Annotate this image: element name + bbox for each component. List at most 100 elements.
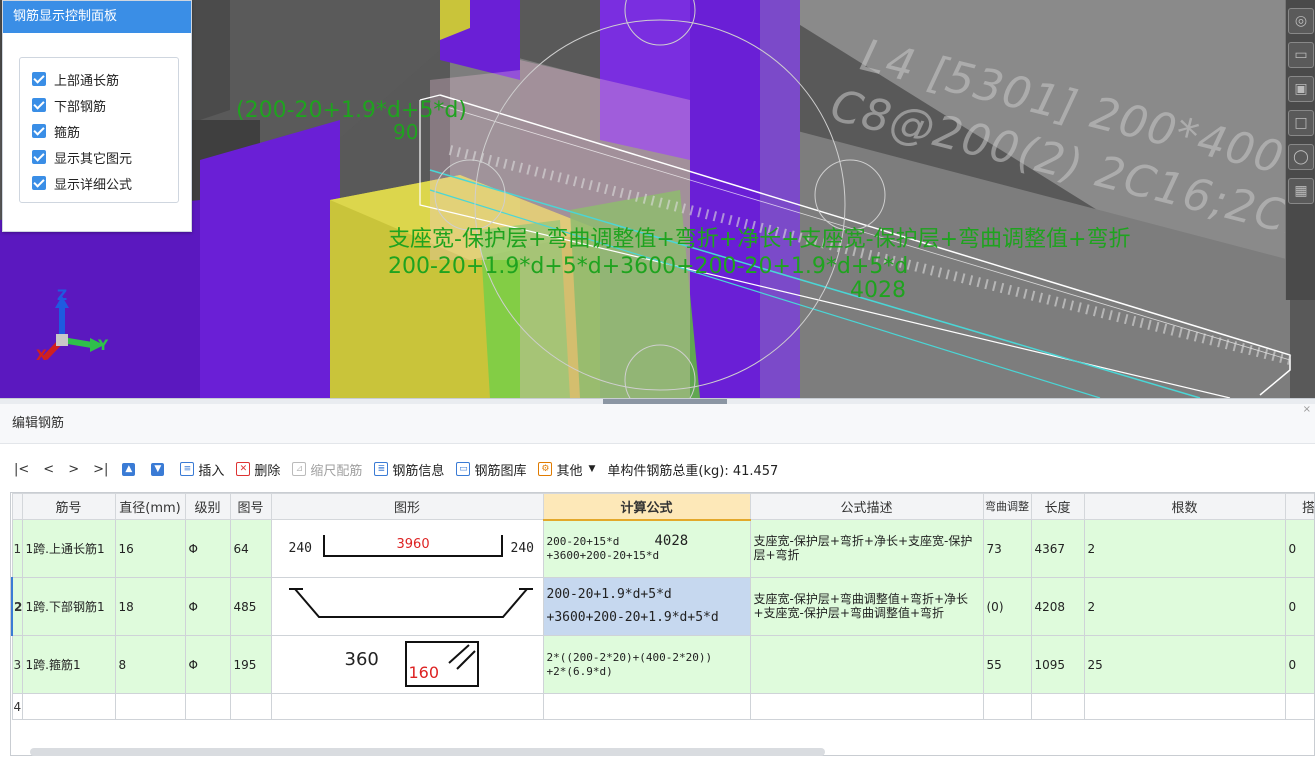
cell-extra[interactable]: 0: [1284, 577, 1314, 636]
cell-diameter[interactable]: 8: [114, 635, 186, 694]
table-row[interactable]: 3 1跨.箍筋1 8 Φ 195 360 160 2*((200-2*20)+(…: [11, 635, 1314, 694]
header-count[interactable]: 根数: [1083, 493, 1286, 520]
overlay-formula-top: (200-20+1.9*d+5*d): [236, 98, 467, 123]
option-show-detailed-formula[interactable]: 显示详细公式: [20, 170, 178, 196]
cell-bar-name[interactable]: 1跨.上通长筋1: [21, 519, 116, 578]
row-number: 2: [11, 577, 23, 636]
cell-formula[interactable]: 200-20+15*d +3600+200-20+15*d: [542, 519, 751, 578]
cell-diameter[interactable]: 16: [114, 519, 186, 578]
3d-viewport[interactable]: L4 [5301] 200*400 C8@200(2) 2C16;2C1 (20…: [0, 0, 1315, 398]
total-weight-label: 单构件钢筋总重(kg): 41.457: [607, 463, 779, 479]
rebar-table: 筋号 直径(mm) 级别 图号 图形 计算公式 公式描述 弯曲调整 长度 根数 …: [10, 492, 1315, 756]
shape-straight-hooks: 240 3960 240: [288, 534, 534, 557]
rebar-info-button[interactable]: ≣ 钢筋信息: [374, 460, 444, 479]
cell-count[interactable]: 25: [1083, 635, 1286, 694]
table-header-row: 筋号 直径(mm) 级别 图号 图形 计算公式 公式描述 弯曲调整 长度 根数 …: [11, 493, 1314, 521]
rebar-library-button[interactable]: ▭ 钢筋图库: [456, 460, 526, 479]
checkbox-checked-icon[interactable]: [32, 124, 46, 138]
checkbox-checked-icon[interactable]: [32, 72, 46, 86]
cell-length[interactable]: 4367: [1030, 519, 1085, 578]
overlay-length: 4028: [850, 278, 906, 303]
display-options: 上部通长筋 下部钢筋 箍筋 显示其它图元 显示详细公式: [19, 57, 179, 203]
cell-formula[interactable]: 200-20+1.9*d+5*d +3600+200-20+1.9*d+5*d: [542, 577, 751, 636]
axis-z-label: Z: [57, 288, 68, 304]
insert-row-icon: ≡: [180, 462, 195, 476]
header-shape[interactable]: 图形: [270, 493, 544, 520]
cell-bend-adjust[interactable]: (0): [982, 577, 1032, 636]
view-toolbar: ◎ ▭ ▣ □ ◯ ▦: [1285, 0, 1315, 300]
cell-formula-description[interactable]: [749, 635, 984, 694]
arrow-up-icon: ▲: [122, 462, 136, 476]
close-icon[interactable]: ×: [1303, 404, 1311, 415]
option-show-other-elements[interactable]: 显示其它图元: [20, 144, 178, 170]
header-grade[interactable]: 级别: [184, 493, 231, 520]
header-formula-description[interactable]: 公式描述: [749, 493, 984, 520]
next-record-button[interactable]: >: [68, 462, 79, 477]
cell-bar-name[interactable]: 1跨.下部钢筋1: [21, 577, 116, 636]
orbit-tool-icon[interactable]: ◎: [1288, 8, 1314, 34]
cell-figure-number[interactable]: 64: [229, 519, 272, 578]
cell-length[interactable]: 4208: [1030, 577, 1085, 636]
cell-bend-adjust[interactable]: 55: [982, 635, 1032, 694]
option-top-through-rebar[interactable]: 上部通长筋: [20, 66, 178, 92]
prev-record-button[interactable]: <: [43, 462, 54, 477]
overlay-value-top: 90: [393, 120, 419, 144]
view-cube-icon[interactable]: □: [1288, 110, 1314, 136]
checkbox-checked-icon[interactable]: [32, 150, 46, 164]
header-formula[interactable]: 计算公式: [542, 493, 751, 521]
header-bar-number[interactable]: 筋号: [21, 493, 116, 520]
checkbox-checked-icon[interactable]: [32, 176, 46, 190]
cell-grade[interactable]: Φ: [184, 635, 231, 694]
cell-bend-adjust[interactable]: 73: [982, 519, 1032, 578]
insert-button[interactable]: ≡ 插入: [180, 460, 224, 479]
grid-view-icon[interactable]: ▦: [1288, 178, 1314, 204]
cell-extra[interactable]: 0: [1284, 519, 1314, 578]
overlay-formula: 200-20+1.9*d+5*d+3600+200-20+1.9*d+5*d: [388, 254, 909, 279]
header-rownum: [11, 493, 23, 520]
cell-length[interactable]: 1095: [1030, 635, 1085, 694]
cell-diameter[interactable]: 18: [114, 577, 186, 636]
cell-count[interactable]: 2: [1083, 519, 1286, 578]
cell-formula-description[interactable]: 支座宽-保护层+弯曲调整值+弯折+净长+支座宽-保护层+弯曲调整值+弯折: [749, 577, 984, 636]
cell-formula-description[interactable]: 支座宽-保护层+弯折+净长+支座宽-保护层+弯折: [749, 519, 984, 578]
rebar-display-control-panel: 钢筋显示控制面板 上部通长筋 下部钢筋 箍筋 显示其它图元 显示详细公式: [2, 0, 192, 232]
scale-rebar-button[interactable]: ⊿ 缩尺配筋: [292, 460, 362, 479]
axis-y-label: Y: [98, 338, 109, 354]
last-record-button[interactable]: >|: [93, 462, 108, 477]
arrow-down-icon: ▼: [151, 462, 165, 476]
header-diameter[interactable]: 直径(mm): [114, 493, 186, 520]
header-length[interactable]: 长度: [1030, 493, 1085, 520]
cell-figure-number[interactable]: 485: [229, 577, 272, 636]
table-row-empty[interactable]: 4: [11, 693, 1314, 720]
checkbox-checked-icon[interactable]: [32, 98, 46, 112]
2d-view-icon[interactable]: ▭: [1288, 42, 1314, 68]
header-extra[interactable]: 搭: [1284, 493, 1314, 520]
cell-grade[interactable]: Φ: [184, 577, 231, 636]
cell-bar-name[interactable]: 1跨.箍筋1: [21, 635, 116, 694]
horizontal-scrollbar[interactable]: [30, 748, 825, 756]
other-dropdown[interactable]: ⚙ 其他 ▼: [538, 460, 595, 479]
option-stirrup[interactable]: 箍筋: [20, 118, 178, 144]
header-figure-number[interactable]: 图号: [229, 493, 272, 520]
first-record-button[interactable]: |<: [14, 462, 29, 477]
rotate-icon[interactable]: ◯: [1288, 144, 1314, 170]
row-number: 1: [11, 519, 23, 578]
3d-box-icon[interactable]: ▣: [1288, 76, 1314, 102]
header-bend-adjust[interactable]: 弯曲调整: [982, 493, 1032, 520]
document-icon: ≣: [374, 462, 389, 476]
move-up-button[interactable]: ▲: [122, 462, 139, 476]
chevron-down-icon: ▼: [588, 464, 596, 474]
cell-grade[interactable]: Φ: [184, 519, 231, 578]
move-down-button[interactable]: ▼: [151, 462, 168, 476]
table-row[interactable]: 2 1跨.下部钢筋1 18 Φ 485 4028 200-20+1.9*d+5*…: [11, 533, 1314, 636]
row-number: 3: [11, 635, 23, 694]
cell-shape[interactable]: 240 3960 240: [270, 519, 544, 578]
cell-shape[interactable]: 4028: [270, 533, 688, 636]
delete-button[interactable]: ✕ 删除: [236, 460, 280, 479]
cell-shape[interactable]: 360 160: [270, 635, 544, 694]
cell-count[interactable]: 2: [1083, 577, 1286, 636]
cell-formula[interactable]: 2*((200-2*20)+(400-2*20)) +2*(6.9*d): [542, 635, 751, 694]
cell-figure-number[interactable]: 195: [229, 635, 272, 694]
cell-extra[interactable]: 0: [1284, 635, 1314, 694]
option-bottom-rebar[interactable]: 下部钢筋: [20, 92, 178, 118]
